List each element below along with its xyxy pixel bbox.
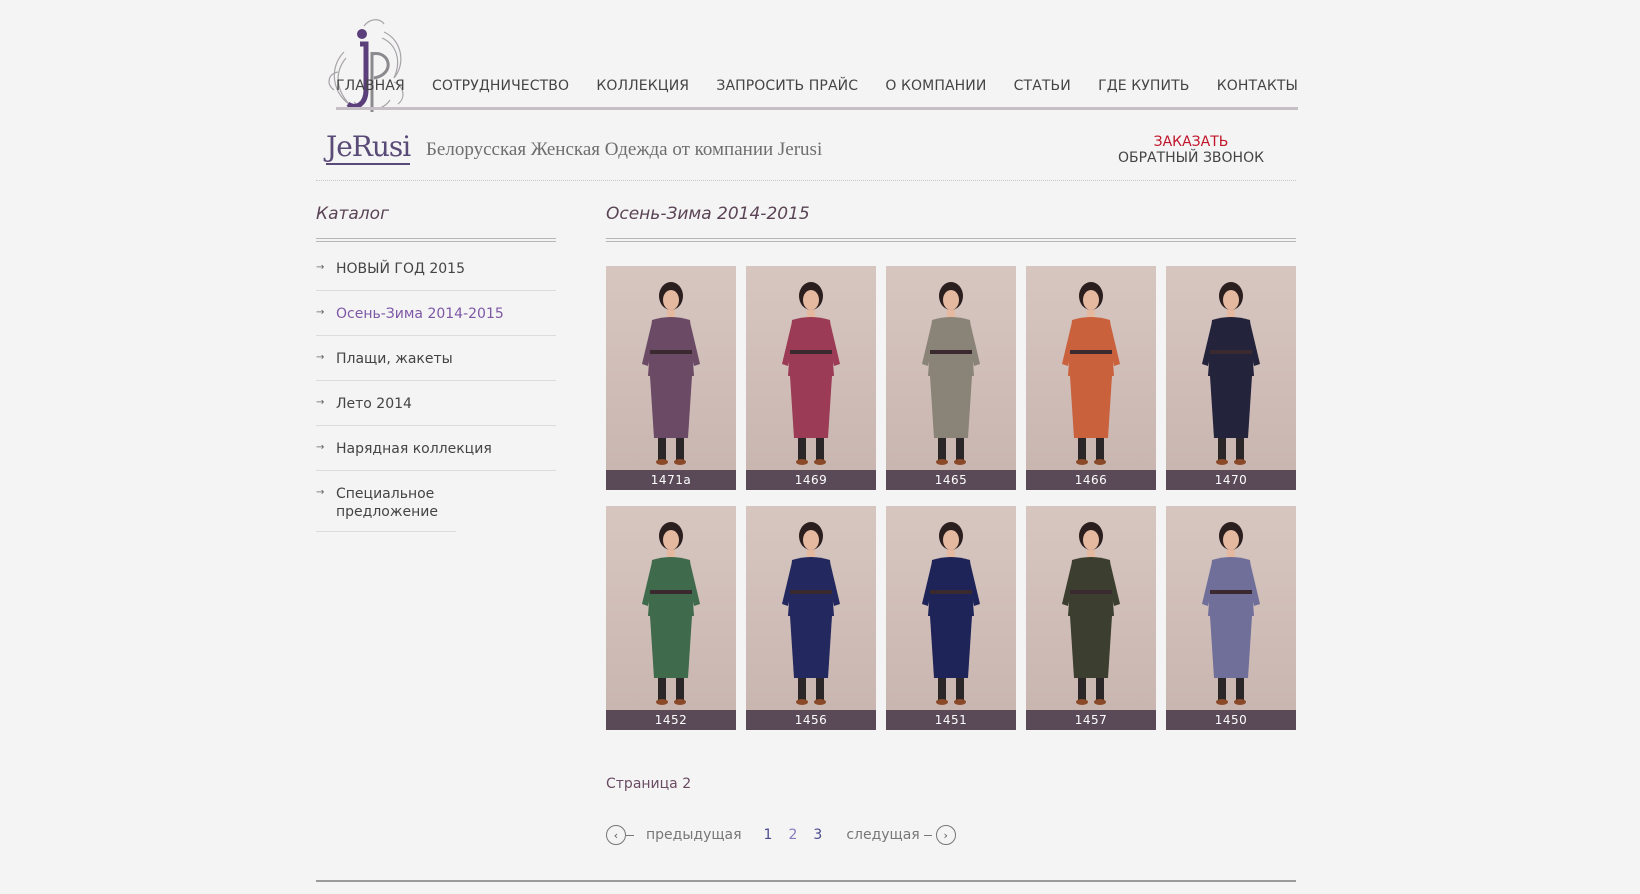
product-code[interactable]: 1457 — [1026, 710, 1156, 730]
next-page-link[interactable]: следущая — [846, 827, 919, 843]
catalog-item-new-year[interactable]: НОВЫЙ ГОД 2015 — [316, 246, 556, 291]
nav-collection[interactable]: КОЛЛЕКЦИЯ — [596, 78, 689, 98]
product-photo[interactable] — [1026, 266, 1156, 470]
page-link-2[interactable]: 2 — [788, 827, 797, 843]
next-arrow-icon[interactable]: › — [935, 825, 956, 845]
product-card[interactable]: 1450 — [1166, 506, 1296, 730]
nav-where-to-buy[interactable]: ГДЕ КУПИТЬ — [1098, 78, 1189, 98]
product-card[interactable]: 1470 — [1166, 266, 1296, 490]
footer-divider — [316, 880, 1296, 882]
catalog-item-special-offer[interactable]: Специальное предложение — [316, 471, 456, 532]
next-dash — [923, 834, 932, 836]
pagination: ‹ предыдущая 1 2 3 следущая › — [606, 824, 956, 846]
product-photo[interactable] — [746, 266, 876, 470]
product-photo[interactable] — [886, 506, 1016, 710]
product-code[interactable]: 1465 — [886, 470, 1016, 490]
product-card[interactable]: 1456 — [746, 506, 876, 730]
product-photo[interactable] — [1026, 506, 1156, 710]
brand-logo[interactable]: JeRusi — [326, 130, 411, 165]
jp-monogram-logo[interactable] — [324, 12, 410, 120]
page-link-1[interactable]: 1 — [764, 827, 773, 843]
catalog-item-coats-jackets[interactable]: Плащи, жакеты — [316, 336, 556, 381]
catalog-title-rule — [316, 238, 556, 242]
prev-arrow-icon[interactable]: ‹ — [606, 825, 626, 845]
nav-home[interactable]: ГЛАВНАЯ — [336, 78, 405, 98]
product-code[interactable]: 1450 — [1166, 710, 1296, 730]
product-card[interactable]: 1465 — [886, 266, 1016, 490]
callback-order-link[interactable]: ЗАКАЗАТЬ — [1096, 134, 1286, 150]
prev-dash — [626, 834, 634, 836]
prev-page-link[interactable]: предыдущая — [646, 827, 742, 843]
product-photo[interactable] — [886, 266, 1016, 470]
page-link-3[interactable]: 3 — [813, 827, 822, 843]
nav-request-price[interactable]: ЗАПРОСИТЬ ПРАЙС — [716, 78, 858, 98]
product-card[interactable]: 1457 — [1026, 506, 1156, 730]
product-code[interactable]: 1451 — [886, 710, 1016, 730]
product-grid: 1471а 1469 1465 1466 1470 1452 1456 1451 1457 145… — [606, 266, 1296, 730]
page: ГЛАВНАЯ СОТРУДНИЧЕСТВО КОЛЛЕКЦИЯ ЗАПРОСИ… — [316, 0, 1298, 894]
catalog-menu: НОВЫЙ ГОД 2015 Осень-Зима 2014-2015 Плащ… — [316, 246, 556, 532]
catalog-item-summer[interactable]: Лето 2014 — [316, 381, 556, 426]
collection-title: Осень-Зима 2014-2015 — [606, 204, 810, 224]
nav-about[interactable]: О КОМПАНИИ — [885, 78, 986, 98]
catalog-item-festive[interactable]: Нарядная коллекция — [316, 426, 556, 471]
product-photo[interactable] — [1166, 506, 1296, 710]
main-navigation: ГЛАВНАЯ СОТРУДНИЧЕСТВО КОЛЛЕКЦИЯ ЗАПРОСИ… — [336, 78, 1298, 98]
product-photo[interactable] — [1166, 266, 1296, 470]
collection-title-rule — [606, 238, 1296, 242]
product-code[interactable]: 1471а — [606, 470, 736, 490]
product-code[interactable]: 1466 — [1026, 470, 1156, 490]
product-card[interactable]: 1466 — [1026, 266, 1156, 490]
product-card[interactable]: 1451 — [886, 506, 1016, 730]
nav-cooperation[interactable]: СОТРУДНИЧЕСТВО — [432, 78, 569, 98]
catalog-item-autumn-winter[interactable]: Осень-Зима 2014-2015 — [316, 291, 556, 336]
product-card[interactable]: 1469 — [746, 266, 876, 490]
product-card[interactable]: 1471а — [606, 266, 736, 490]
nav-articles[interactable]: СТАТЬИ — [1014, 78, 1071, 98]
product-photo[interactable] — [746, 506, 876, 710]
product-code[interactable]: 1452 — [606, 710, 736, 730]
product-code[interactable]: 1469 — [746, 470, 876, 490]
product-code[interactable]: 1456 — [746, 710, 876, 730]
product-photo[interactable] — [606, 506, 736, 710]
brand-logo-text: JeRusi — [326, 130, 411, 165]
nav-divider — [336, 107, 1298, 110]
callback-request[interactable]: ЗАКАЗАТЬ ОБРАТНЫЙ ЗВОНОК — [1096, 134, 1286, 166]
current-page-label: Страница 2 — [606, 776, 692, 792]
product-card[interactable]: 1452 — [606, 506, 736, 730]
nav-contacts[interactable]: КОНТАКТЫ — [1217, 78, 1298, 98]
product-photo[interactable] — [606, 266, 736, 470]
product-code[interactable]: 1470 — [1166, 470, 1296, 490]
catalog-item-special-offer-label: Специальное предложение — [336, 486, 438, 520]
header-divider — [316, 180, 1296, 181]
brand-tagline: Белорусская Женская Одежда от компании J… — [426, 139, 823, 160]
callback-label: ОБРАТНЫЙ ЗВОНОК — [1117, 150, 1265, 166]
catalog-title: Каталог — [316, 204, 390, 224]
